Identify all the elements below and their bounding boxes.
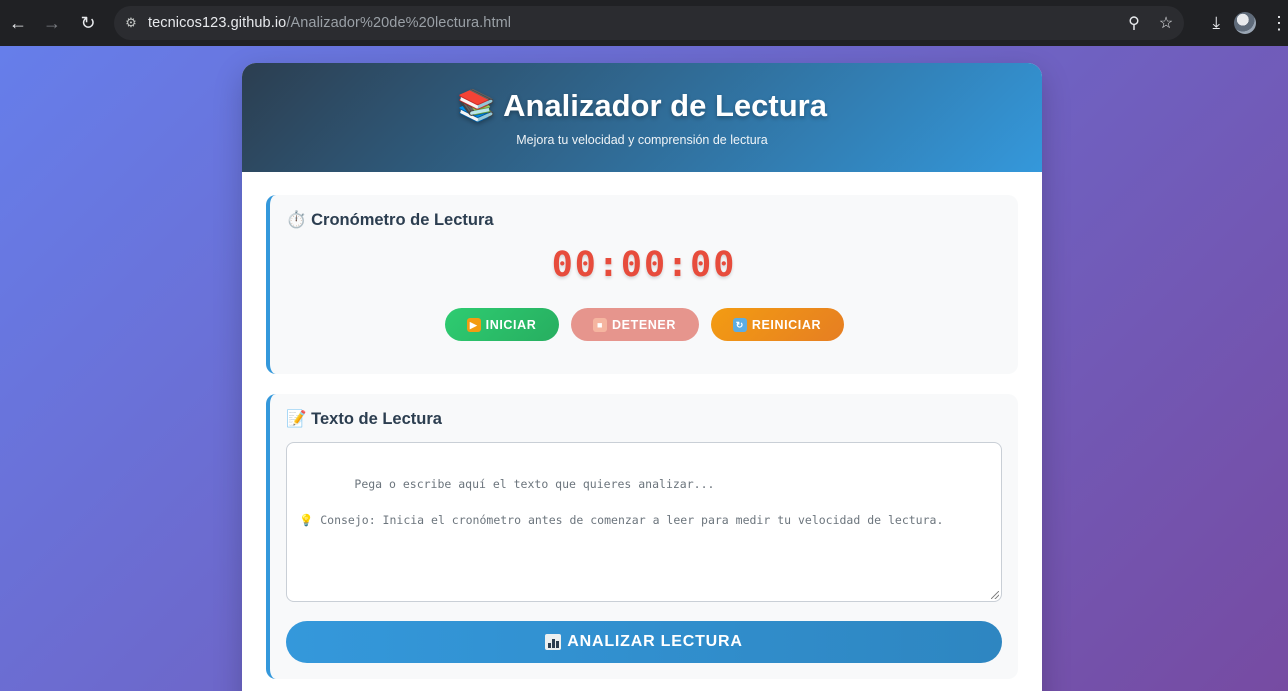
resize-handle-icon[interactable]: [991, 591, 999, 599]
start-label: INICIAR: [485, 317, 537, 332]
address-bar[interactable]: ⚙ tecnicos123.github.io/Analizador%20de%…: [114, 6, 1184, 40]
reset-label: REINICIAR: [751, 317, 822, 332]
timer-heading: ⏱️ Cronómetro de Lectura: [286, 211, 494, 229]
stop-label: DETENER: [612, 317, 676, 332]
profile-avatar[interactable]: [1234, 12, 1256, 34]
timer-display: 00:00:00: [551, 245, 737, 285]
page-background: 📚 Analizador de Lectura Mejora tu veloci…: [0, 46, 1288, 691]
zoom-icon[interactable]: ⚲: [1124, 13, 1144, 33]
stop-button[interactable]: ■ DETENER: [570, 308, 699, 341]
url-path: /Analizador%20de%20lectura.html: [286, 15, 512, 31]
forward-button[interactable]: →: [34, 5, 70, 41]
repeat-icon: ↻: [732, 317, 747, 332]
reading-heading: 📝 Texto de Lectura: [286, 410, 442, 428]
start-button[interactable]: ▶ INICIAR: [444, 308, 559, 341]
stop-icon: ■: [593, 317, 608, 332]
back-button[interactable]: ←: [0, 5, 36, 41]
app-card: 📚 Analizador de Lectura Mejora tu veloci…: [242, 63, 1042, 691]
browser-menu-icon[interactable]: ⋮: [1270, 13, 1288, 34]
url-text[interactable]: tecnicos123.github.io/Analizador%20de%20…: [148, 15, 511, 31]
reset-button[interactable]: ↻ REINICIAR: [710, 308, 844, 341]
site-settings-icon[interactable]: ⚙: [114, 15, 148, 31]
analyze-button[interactable]: ANALIZAR LECTURA: [286, 621, 1002, 663]
timer-controls: ▶ INICIAR ■ DETENER ↻ REINICIAR: [270, 308, 1018, 341]
reading-text-input[interactable]: Pega o escribe aquí el texto que quieres…: [286, 442, 1002, 602]
app-header: 📚 Analizador de Lectura Mejora tu veloci…: [242, 63, 1042, 172]
browser-toolbar: ← → ↻ ⚙ tecnicos123.github.io/Analizador…: [0, 0, 1288, 46]
page-subtitle: Mejora tu velocidad y comprensión de lec…: [516, 133, 768, 147]
bookmark-star-icon[interactable]: ☆: [1156, 13, 1176, 33]
analyze-label: ANALIZAR LECTURA: [567, 633, 743, 650]
download-icon[interactable]: ⤓: [1212, 13, 1220, 33]
reload-button[interactable]: ↻: [70, 5, 106, 41]
bar-chart-icon: [545, 634, 562, 650]
timer-section: ⏱️ Cronómetro de Lectura 00:00:00 ▶ INIC…: [266, 195, 1018, 374]
reading-section: 📝 Texto de Lectura Pega o escribe aquí e…: [266, 394, 1018, 679]
url-host: tecnicos123.github.io: [148, 15, 287, 31]
reading-placeholder: Pega o escribe aquí el texto que quieres…: [299, 477, 944, 527]
page-title: 📚 Analizador de Lectura: [457, 88, 827, 123]
play-icon: ▶: [466, 317, 481, 332]
